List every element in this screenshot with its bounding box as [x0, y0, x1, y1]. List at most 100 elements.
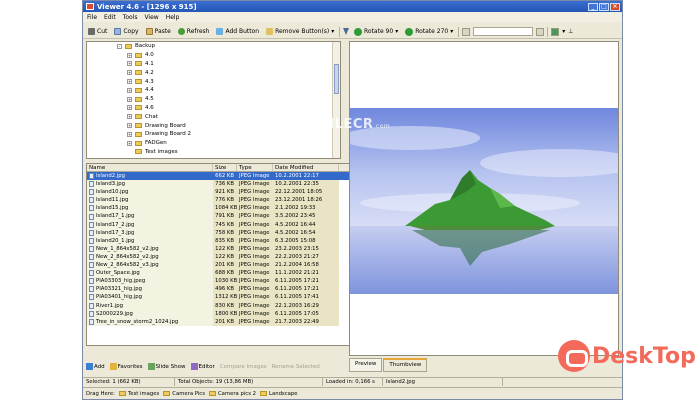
menu-tools[interactable]: Tools [123, 14, 138, 21]
menu-help[interactable]: Help [166, 14, 180, 21]
expand-icon[interactable]: + [127, 140, 132, 146]
file-date: 4.5.2002 16:54 [273, 228, 339, 237]
zoom-field[interactable] [473, 27, 534, 36]
folder-icon [135, 87, 142, 93]
add-button[interactable]: Add [86, 363, 105, 370]
file-date: 10.2.2001 22:17 [275, 173, 319, 179]
file-name-cell: Island17_3.jpg [87, 228, 213, 237]
tree-item[interactable]: +4.2 [87, 68, 340, 77]
folder-icon [208, 391, 216, 396]
drag-folder-test-images[interactable]: Test images [118, 391, 159, 397]
rotate-90-button[interactable]: Rotate 90 ▾ [352, 27, 400, 36]
file-name: Island11.jpg [96, 197, 129, 204]
expand-icon[interactable]: + [127, 131, 132, 137]
tree-item[interactable]: +4.1 [87, 60, 340, 69]
favorites-button[interactable]: Favorites [109, 363, 143, 370]
refresh-button[interactable]: Refresh [176, 28, 212, 35]
folder-icon [260, 391, 268, 396]
tree-item[interactable]: +4.3 [87, 77, 340, 86]
expand-icon[interactable]: + [127, 114, 132, 120]
view-mode-icon[interactable] [551, 27, 560, 36]
image-file-icon [89, 270, 94, 277]
collapse-icon[interactable]: - [117, 43, 122, 49]
drag-folder-camera-pics-2[interactable]: Camera pics 2 [208, 391, 256, 397]
folder-icon [135, 114, 142, 120]
tab-thumbview[interactable]: Thumbview [383, 358, 428, 372]
file-name-cell: New_1_864x582_v2.jpg [87, 244, 213, 253]
menu-view[interactable]: View [144, 14, 158, 21]
tree-item[interactable]: + Chat [87, 112, 340, 121]
file-type: JPEG Image [237, 277, 273, 286]
column-size[interactable]: Size [213, 164, 237, 171]
zoom-stepper-icon[interactable] [462, 27, 471, 36]
file-name: PIA03321_hig.jpg [96, 286, 142, 293]
window-title: Viewer 4.6 - [1296 x 915] [97, 2, 197, 11]
add-button-button[interactable]: Add Button [214, 28, 261, 35]
expand-icon[interactable]: + [127, 105, 132, 111]
tree-item[interactable]: - Backup [87, 42, 340, 51]
paste-icon [145, 28, 153, 35]
expand-icon[interactable]: + [127, 87, 132, 93]
column-type[interactable]: Type [237, 164, 273, 171]
minimize-icon[interactable]: _ [588, 2, 598, 11]
file-name-cell: River1.jpg [87, 301, 213, 310]
tree-item[interactable]: +4.5 [87, 95, 340, 104]
file-size: 758 KB [213, 228, 237, 237]
file-type: JPEG Image [237, 196, 273, 205]
pin-icon[interactable]: ⊥ [568, 28, 573, 35]
remove-buttons-button[interactable]: Remove Button(s) ▾ [264, 28, 336, 35]
column-date[interactable]: Date Modified [273, 164, 339, 171]
tree-item[interactable]: Test images [87, 148, 340, 157]
file-date: 6.11.2005 17:21 [273, 285, 339, 294]
file-name: New_2_864x582_v3.jpg [96, 262, 159, 269]
rename-selected-button[interactable]: Rename Selected [272, 364, 320, 370]
tree-scrollbar[interactable] [332, 42, 340, 158]
folder-tree[interactable]: - Backup +4.0 +4.1 +4.2 +4.3 +4.4 +4.5 +4.6 + Chat… [86, 41, 341, 159]
chevron-down-icon[interactable]: ▾ [562, 28, 565, 35]
expand-icon[interactable]: + [127, 96, 132, 102]
tree-item[interactable]: +4.6 [87, 104, 340, 113]
column-name[interactable]: Name [87, 164, 213, 171]
menu-edit[interactable]: Edit [104, 14, 116, 21]
file-type: JPEG Image [237, 285, 273, 294]
slide-show-button[interactable]: Slide Show [147, 363, 186, 370]
compare-images-button[interactable]: Compare Images [220, 364, 267, 370]
image-viewer[interactable] [349, 41, 619, 356]
file-date: 6.11.2005 17:41 [273, 293, 339, 302]
expand-icon[interactable]: + [127, 79, 132, 85]
close-icon[interactable]: × [610, 2, 620, 11]
filecr-watermark: FILECR.com [320, 117, 391, 132]
expand-icon[interactable]: + [127, 123, 132, 129]
expand-icon[interactable]: + [127, 61, 132, 67]
expand-icon[interactable]: + [127, 52, 132, 58]
maximize-icon[interactable]: □ [599, 2, 609, 11]
editor-button[interactable]: Editor [190, 363, 215, 370]
tree-item[interactable]: +4.0 [87, 51, 340, 60]
file-name-cell: Island10.jpg [87, 188, 213, 197]
tree-item[interactable]: + Drawing Board 2 [87, 130, 340, 139]
viewer-toolbar: Rotate 90 ▾ Rotate 270 ▾ ▾ ⊥ [349, 25, 622, 39]
file-name: Island10.jpg [96, 189, 129, 196]
file-name-cell: Island17_2.jpg [87, 220, 213, 229]
folder-icon [135, 96, 142, 102]
cut-button[interactable]: Cut [86, 28, 109, 35]
file-name: S2000229.jpg [96, 310, 133, 317]
file-name: PIA03401_hig.jpg [96, 294, 142, 301]
folder-icon [135, 105, 142, 111]
fit-icon[interactable] [536, 27, 545, 36]
file-size: 921 KB [213, 188, 237, 197]
expand-icon[interactable]: + [127, 70, 132, 76]
tree-item[interactable]: + FADGen [87, 139, 340, 148]
rotate-270-button[interactable]: Rotate 270 ▾ [403, 27, 455, 36]
tree-scroll-thumb[interactable] [334, 64, 339, 94]
drag-folder-camera-pics[interactable]: Camera Pics [163, 391, 205, 397]
slideshow-icon [147, 363, 155, 370]
tab-preview[interactable]: Preview [349, 358, 383, 372]
copy-button[interactable]: Copy [112, 28, 140, 35]
tree-item[interactable]: + Drawing Board [87, 121, 340, 130]
menu-file[interactable]: File [87, 14, 97, 21]
tree-item[interactable]: +4.4 [87, 86, 340, 95]
drag-folder-landscape[interactable]: Landscape [260, 391, 297, 397]
file-size: 122 KB [213, 244, 237, 253]
paste-button[interactable]: Paste [144, 28, 173, 35]
